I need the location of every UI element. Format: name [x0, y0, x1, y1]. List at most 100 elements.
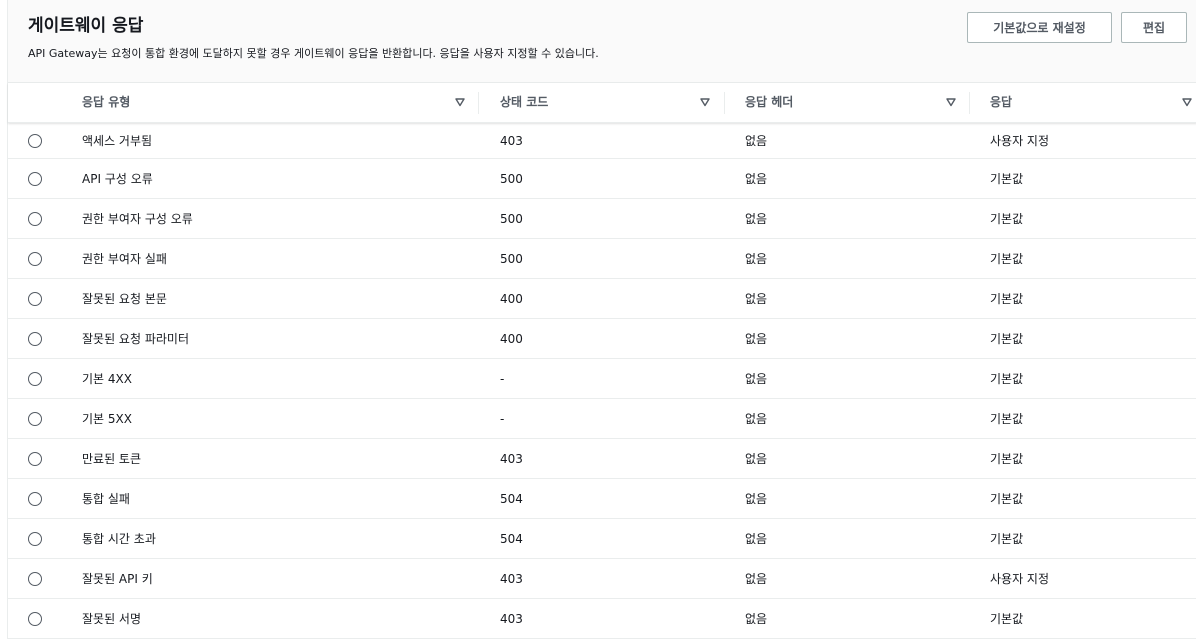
table-row[interactable]: 잘못된 요청 파라미터 400 없음 기본값 — [8, 319, 1196, 359]
column-header-label: 응답 유형 — [82, 95, 131, 109]
column-header-status-code[interactable]: 상태 코드 — [488, 83, 725, 122]
table-body: 액세스 거부됨 403 없음 사용자 지정 API 구성 오류 500 없음 기본값 권한 부여… — [8, 123, 1196, 639]
cell-response: 기본값 — [990, 412, 1024, 426]
cell-response-type: 잘못된 요청 본문 — [82, 292, 167, 306]
cell-response: 기본값 — [990, 172, 1024, 186]
cell-response-headers: 없음 — [745, 532, 768, 546]
table-header: 응답 유형 상태 코드 응답 헤더 응답 — [8, 83, 1196, 123]
column-header-label: 응답 헤더 — [745, 95, 794, 109]
table-row[interactable]: 잘못된 서명 403 없음 기본값 — [8, 599, 1196, 639]
cell-response-type: API 구성 오류 — [82, 172, 153, 186]
cell-response-type: 만료된 토큰 — [82, 452, 142, 466]
reset-to-default-button[interactable]: 기본값으로 재설정 — [967, 12, 1112, 43]
row-radio-button[interactable] — [28, 331, 42, 346]
cell-status-code: - — [500, 371, 505, 386]
column-header-label: 상태 코드 — [500, 95, 549, 109]
cell-response-type: 액세스 거부됨 — [82, 134, 153, 148]
column-header-response[interactable]: 응답 — [978, 83, 1196, 122]
column-header-response-type[interactable]: 응답 유형 — [70, 83, 480, 122]
row-radio-button[interactable] — [28, 531, 42, 546]
row-radio-button[interactable] — [28, 211, 42, 226]
cell-response-headers: 없음 — [745, 452, 768, 466]
table-row[interactable]: 권한 부여자 실패 500 없음 기본값 — [8, 239, 1196, 279]
row-radio-button[interactable] — [28, 251, 42, 266]
sort-caret-down-icon[interactable] — [455, 97, 465, 107]
cell-response: 기본값 — [990, 212, 1024, 226]
cell-response-headers: 없음 — [745, 292, 768, 306]
page-description: API Gateway는 요청이 통합 환경에 도달하지 못할 경우 게이트웨이… — [28, 47, 599, 60]
cell-response-type: 잘못된 서명 — [82, 612, 142, 626]
cell-response-headers: 없음 — [745, 212, 768, 226]
table-row[interactable]: API 구성 오류 500 없음 기본값 — [8, 159, 1196, 199]
row-radio-button[interactable] — [28, 491, 42, 506]
cell-status-code: 403 — [500, 133, 523, 148]
row-radio-button[interactable] — [28, 133, 42, 148]
column-header-label: 응답 — [990, 95, 1013, 109]
cell-response-headers: 없음 — [745, 612, 768, 626]
cell-response-type: 잘못된 요청 파라미터 — [82, 332, 189, 346]
table-row[interactable]: 통합 실패 504 없음 기본값 — [8, 479, 1196, 519]
cell-response: 기본값 — [990, 492, 1024, 506]
column-divider[interactable] — [969, 92, 970, 114]
cell-status-code: 500 — [500, 251, 523, 266]
cell-response-headers: 없음 — [745, 572, 768, 586]
row-radio-button[interactable] — [28, 571, 42, 586]
cell-response-type: 권한 부여자 구성 오류 — [82, 212, 193, 226]
cell-response: 기본값 — [990, 332, 1024, 346]
cell-response: 기본값 — [990, 532, 1024, 546]
row-radio-button[interactable] — [28, 611, 42, 626]
cell-response-type: 권한 부여자 실패 — [82, 252, 167, 266]
sort-caret-down-icon[interactable] — [700, 97, 710, 107]
column-header-response-headers[interactable]: 응답 헤더 — [733, 83, 970, 122]
cell-status-code: - — [500, 411, 505, 426]
cell-response-type: 통합 시간 초과 — [82, 532, 156, 546]
cell-response-headers: 없음 — [745, 332, 768, 346]
cell-response: 기본값 — [990, 372, 1024, 386]
table-row[interactable]: 잘못된 API 키 403 없음 사용자 지정 — [8, 559, 1196, 599]
cell-response-headers: 없음 — [745, 172, 768, 186]
table-row[interactable]: 액세스 거부됨 403 없음 사용자 지정 — [8, 123, 1196, 159]
cell-response-headers: 없음 — [745, 492, 768, 506]
cell-status-code: 400 — [500, 291, 523, 306]
cell-response-type: 잘못된 API 키 — [82, 572, 153, 586]
cell-response: 기본값 — [990, 252, 1024, 266]
panel-header: 게이트웨이 응답 API Gateway는 요청이 통합 환경에 도달하지 못할… — [8, 0, 1196, 83]
row-radio-button[interactable] — [28, 371, 42, 386]
cell-response: 기본값 — [990, 292, 1024, 306]
cell-response-headers: 없음 — [745, 372, 768, 386]
cell-response-type: 통합 실패 — [82, 492, 130, 506]
edit-button[interactable]: 편집 — [1121, 12, 1187, 43]
cell-response-type: 기본 5XX — [82, 412, 132, 426]
cell-response-headers: 없음 — [745, 412, 768, 426]
table-row[interactable]: 권한 부여자 구성 오류 500 없음 기본값 — [8, 199, 1196, 239]
row-radio-button[interactable] — [28, 291, 42, 306]
cell-response: 사용자 지정 — [990, 572, 1050, 586]
cell-status-code: 400 — [500, 331, 523, 346]
row-radio-button[interactable] — [28, 171, 42, 186]
cell-status-code: 403 — [500, 451, 523, 466]
cell-status-code: 500 — [500, 171, 523, 186]
gateway-responses-panel: 게이트웨이 응답 API Gateway는 요청이 통합 환경에 도달하지 못할… — [7, 0, 1196, 639]
cell-response: 기본값 — [990, 612, 1024, 626]
cell-response: 사용자 지정 — [990, 134, 1050, 148]
cell-response: 기본값 — [990, 452, 1024, 466]
table-row[interactable]: 통합 시간 초과 504 없음 기본값 — [8, 519, 1196, 559]
table-row[interactable]: 기본 4XX - 없음 기본값 — [8, 359, 1196, 399]
cell-response-type: 기본 4XX — [82, 372, 132, 386]
sort-caret-down-icon[interactable] — [1182, 97, 1192, 107]
table-row[interactable]: 잘못된 요청 본문 400 없음 기본값 — [8, 279, 1196, 319]
cell-status-code: 504 — [500, 531, 523, 546]
cell-response-headers: 없음 — [745, 252, 768, 266]
page-title: 게이트웨이 응답 — [28, 16, 144, 36]
cell-status-code: 403 — [500, 611, 523, 626]
row-radio-button[interactable] — [28, 411, 42, 426]
table-row[interactable]: 기본 5XX - 없음 기본값 — [8, 399, 1196, 439]
cell-response-headers: 없음 — [745, 134, 768, 148]
row-radio-button[interactable] — [28, 451, 42, 466]
table-row[interactable]: 만료된 토큰 403 없음 기본값 — [8, 439, 1196, 479]
cell-status-code: 504 — [500, 491, 523, 506]
sort-caret-down-icon[interactable] — [946, 97, 956, 107]
column-divider[interactable] — [724, 92, 725, 114]
cell-status-code: 500 — [500, 211, 523, 226]
column-divider[interactable] — [478, 92, 479, 114]
